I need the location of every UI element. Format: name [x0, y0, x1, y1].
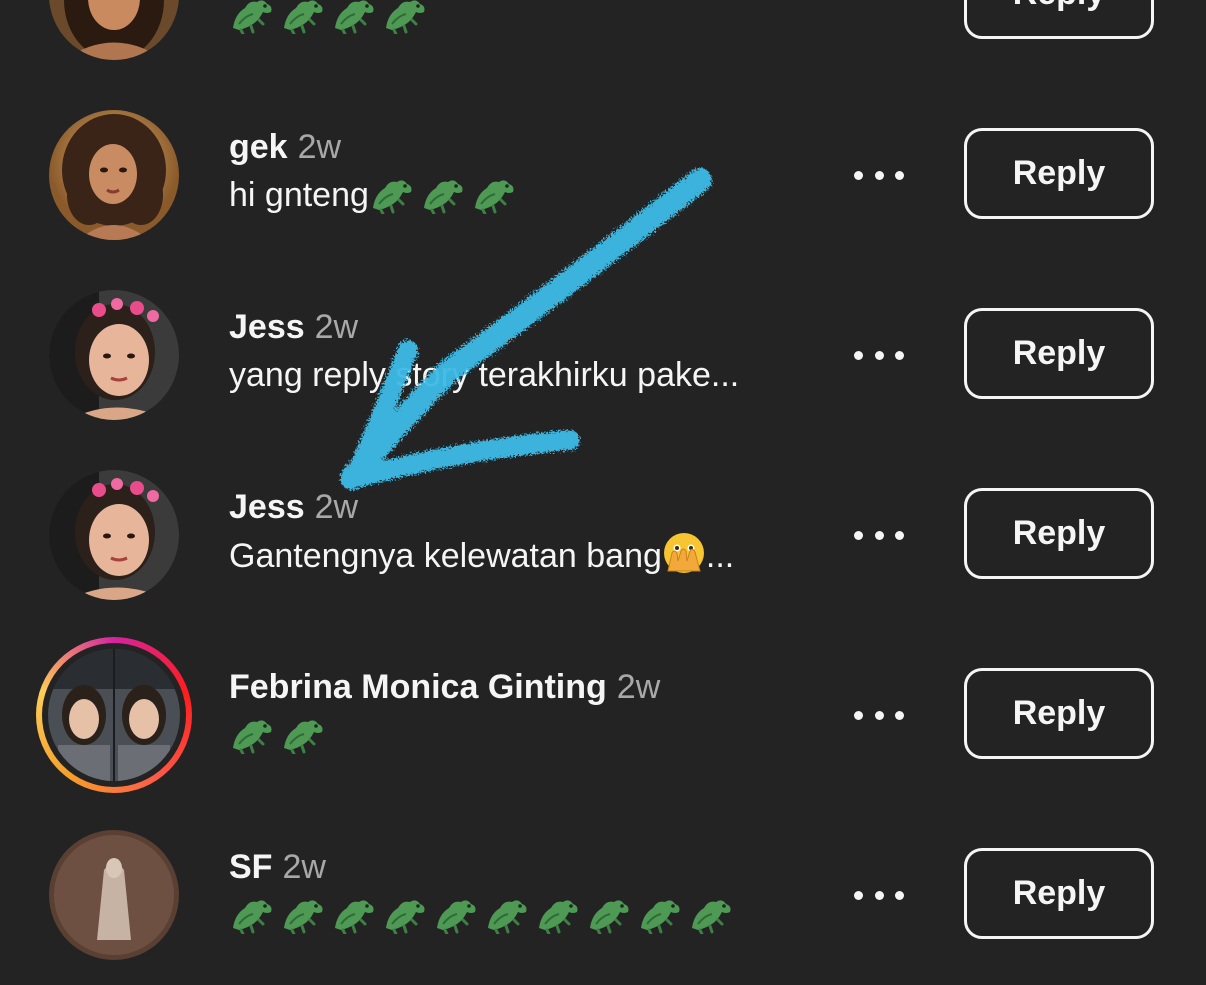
more-options-icon[interactable] [854, 347, 904, 363]
crocodile-emoji [372, 180, 412, 214]
face-with-open-eyes-and-hand-over-mouth-emoji [663, 533, 704, 573]
reply-button[interactable]: Reply [964, 308, 1154, 399]
crocodile-emoji [423, 180, 463, 214]
crocodile-emoji [488, 900, 527, 934]
reply-button[interactable]: Reply [964, 0, 1154, 39]
reply-button[interactable]: Reply [964, 488, 1154, 579]
more-options-icon[interactable] [854, 527, 904, 543]
reply-button[interactable]: Reply [964, 668, 1154, 759]
crocodile-emoji [692, 900, 731, 934]
comment-header: SF 2w [229, 847, 739, 887]
comment-text: yang reply story terakhirku pake... [229, 356, 740, 394]
comment-time: 2w [314, 488, 359, 526]
reply-button[interactable]: Reply [964, 128, 1154, 219]
comment-row: SF 2w Reply [0, 805, 1206, 985]
crocodile-emoji [233, 0, 272, 34]
crocodile-emoji [284, 720, 323, 754]
comment-row: Reply [0, 0, 1206, 85]
comment-text [229, 0, 433, 39]
more-options-icon[interactable] [854, 0, 904, 3]
crocodile-emoji [641, 900, 680, 934]
comment-text: Gantengnya kelewatan bang... [229, 531, 734, 580]
comment-row: Febrina Monica Ginting 2w Reply [0, 625, 1206, 805]
comment-row: gek 2w hi gnteng Reply [0, 85, 1206, 265]
crocodile-emoji [437, 900, 476, 934]
crocodile-emoji [335, 900, 374, 934]
avatar[interactable] [49, 110, 179, 240]
crocodile-emoji [539, 900, 578, 934]
reply-button[interactable]: Reply [964, 848, 1154, 939]
comment-text: hi gnteng [229, 171, 522, 219]
comment-header: Febrina Monica Ginting 2w [229, 667, 660, 707]
comment-text [229, 711, 660, 759]
comment-header: Jess 2w [229, 487, 734, 527]
more-options-icon[interactable] [854, 887, 904, 903]
crocodile-emoji [474, 180, 514, 214]
commenter-name[interactable]: Jess [229, 308, 305, 346]
commenter-name[interactable]: gek [229, 128, 288, 166]
avatar[interactable] [49, 830, 179, 960]
crocodile-emoji [284, 900, 323, 934]
avatar[interactable] [49, 290, 179, 420]
crocodile-emoji [335, 0, 374, 34]
avatar[interactable] [49, 0, 179, 60]
comment-time: 2w [297, 128, 342, 166]
crocodile-emoji [233, 900, 272, 934]
comment-header: gek 2w [229, 127, 522, 167]
comment-time: 2w [282, 848, 326, 886]
story-ring [36, 637, 192, 793]
commenter-name[interactable]: Jess [229, 488, 305, 526]
crocodile-emoji [386, 900, 425, 934]
comment-list: Reply gek2w [0, 0, 1206, 985]
comment-time: 2w [314, 308, 359, 346]
crocodile-emoji [284, 0, 323, 34]
commenter-name[interactable]: Febrina Monica Ginting [229, 668, 607, 706]
crocodile-emoji [386, 0, 425, 34]
comment-row: Jess 2w Gantengnya kelewatan bang... Repl… [0, 445, 1206, 625]
commenter-name[interactable]: SF [229, 848, 272, 886]
more-options-icon[interactable] [854, 167, 904, 183]
comment-header: Jess 2w [229, 307, 739, 347]
avatar[interactable] [49, 470, 179, 600]
crocodile-emoji [590, 900, 629, 934]
comment-row: Jess 2w yang reply story terakhirku pake.… [0, 265, 1206, 445]
avatar[interactable] [36, 637, 192, 793]
comment-time: 2w [616, 668, 661, 706]
more-options-icon[interactable] [854, 707, 904, 723]
crocodile-emoji [233, 720, 272, 754]
